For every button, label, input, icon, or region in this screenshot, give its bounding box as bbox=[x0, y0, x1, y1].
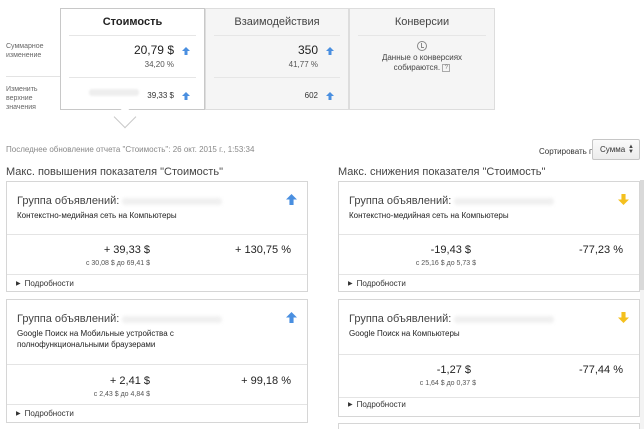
sort-caret-icon: ▲ ▼ bbox=[628, 144, 634, 155]
clock-icon bbox=[417, 41, 427, 51]
change-percent: + 130,75 % bbox=[235, 244, 291, 256]
details-label: Подробности bbox=[356, 400, 406, 409]
increase-section-title: Макс. повышения показателя "Стоимость" bbox=[6, 166, 223, 178]
metric-cost-value: 20,79 $ bbox=[133, 43, 174, 57]
expand-triangle-icon: ▶ bbox=[348, 402, 353, 408]
redacted-ad-group-name bbox=[454, 316, 554, 323]
divider bbox=[214, 77, 340, 78]
redacted-ad-group-name bbox=[454, 198, 554, 205]
divider bbox=[7, 364, 307, 365]
help-icon[interactable]: ? bbox=[442, 63, 451, 72]
divider bbox=[69, 77, 196, 78]
arrow-up-icon bbox=[326, 47, 334, 55]
divider bbox=[339, 234, 639, 235]
divider bbox=[358, 35, 486, 36]
ad-group-target: Контекстно-медийная сеть на Компьютеры bbox=[17, 211, 177, 220]
arrow-up-icon bbox=[326, 92, 334, 100]
details-toggle[interactable]: ▶ Подробности bbox=[16, 409, 74, 418]
change-percent: + 99,18 % bbox=[241, 375, 291, 387]
arrow-down-icon bbox=[618, 194, 629, 205]
expand-triangle-icon: ▶ bbox=[16, 281, 21, 287]
metric-cost-percent: 34,20 % bbox=[144, 60, 174, 69]
increase-card: Группа объявлений: Контекстно-медийная с… bbox=[6, 181, 308, 292]
metric-interactions-percent: 41,77 % bbox=[288, 60, 318, 69]
row-divider bbox=[6, 76, 60, 77]
change-amount: -1,27 $ bbox=[436, 364, 471, 376]
arrow-up-icon bbox=[286, 312, 297, 323]
details-label: Подробности bbox=[356, 279, 406, 288]
metric-tab-conversions-title: Конверсии bbox=[394, 16, 450, 28]
divider bbox=[7, 274, 307, 275]
arrow-up-icon bbox=[182, 47, 190, 55]
redacted-ad-group-name bbox=[122, 316, 222, 323]
change-range: с 1,64 $ до 0,37 $ bbox=[419, 380, 476, 387]
details-label: Подробности bbox=[24, 279, 74, 288]
ad-group-label: Группа объявлений: bbox=[17, 195, 120, 207]
metric-tab-conversions[interactable]: Конверсии Данные о конверсиях собираются… bbox=[349, 8, 495, 110]
ad-group-label: Группа объявлений: bbox=[349, 195, 452, 207]
change-range: с 30,08 $ до 69,41 $ bbox=[85, 260, 150, 267]
increase-card: Группа объявлений: Google Поиск на Мобил… bbox=[6, 299, 308, 423]
change-range: с 2,43 $ до 4,84 $ bbox=[93, 391, 150, 398]
ad-group-label: Группа объявлений: bbox=[349, 313, 452, 325]
ad-group-label: Группа объявлений: bbox=[17, 313, 120, 325]
details-label: Подробности bbox=[24, 409, 74, 418]
details-toggle[interactable]: ▶ Подробности bbox=[348, 400, 406, 409]
divider bbox=[339, 274, 639, 275]
metric-summary: Суммарное изменение Изменить верхние зна… bbox=[0, 0, 500, 129]
metric-interactions-value: 350 bbox=[297, 43, 318, 57]
sort-select-value: Сумма bbox=[600, 145, 626, 154]
last-update-text: Последнее обновление отчета "Стоимость":… bbox=[6, 145, 255, 154]
metric-tab-interactions-title: Взаимодействия bbox=[234, 16, 320, 28]
redacted-ad-group-name bbox=[122, 198, 222, 205]
decrease-card-partial bbox=[338, 423, 640, 429]
decrease-card: Группа объявлений: Google Поиск на Компь… bbox=[338, 299, 640, 417]
conversions-message: Данные о конверсиях собираются. ? bbox=[360, 53, 484, 73]
divider bbox=[7, 234, 307, 235]
ad-group-target: Google Поиск на Компьютеры bbox=[349, 329, 460, 338]
arrow-up-icon bbox=[286, 194, 297, 205]
change-range: с 25,16 $ до 5,73 $ bbox=[415, 260, 476, 267]
arrow-up-icon bbox=[182, 92, 190, 100]
scrollbar-thumb[interactable] bbox=[640, 180, 644, 290]
redacted-text bbox=[89, 89, 139, 96]
metric-tab-interactions[interactable]: Взаимодействия 350 41,77 % 602 bbox=[205, 8, 349, 110]
sort-label: Сортировать по: bbox=[539, 147, 601, 156]
change-percent: -77,23 % bbox=[578, 244, 623, 256]
scrollbar[interactable] bbox=[640, 180, 644, 429]
expand-triangle-icon: ▶ bbox=[16, 411, 21, 417]
divider bbox=[339, 354, 639, 355]
expand-triangle-icon: ▶ bbox=[348, 281, 353, 287]
divider bbox=[214, 35, 340, 36]
details-toggle[interactable]: ▶ Подробности bbox=[16, 279, 74, 288]
change-percent: -77,44 % bbox=[578, 364, 623, 376]
ad-group-target: Контекстно-медийная сеть на Компьютеры bbox=[349, 211, 509, 220]
decrease-section-title: Макс. снижения показателя "Стоимость" bbox=[338, 166, 546, 178]
change-amount: + 39,33 $ bbox=[103, 244, 150, 256]
metric-tab-cost-title: Стоимость bbox=[102, 16, 163, 28]
row-label-top-values: Изменить верхние значения bbox=[6, 86, 38, 111]
metric-cost-top-value: 39,33 $ bbox=[147, 91, 174, 100]
metric-tab-cost[interactable]: Стоимость 20,79 $ 34,20 % 39,33 $ bbox=[60, 8, 205, 110]
change-amount: -19,43 $ bbox=[430, 244, 471, 256]
row-label-total-change: Суммарное изменение bbox=[6, 43, 44, 59]
metric-interactions-top-value: 602 bbox=[304, 91, 318, 100]
divider bbox=[69, 35, 196, 36]
divider bbox=[7, 404, 307, 405]
ad-group-target: Google Поиск на Мобильные устройства с п… bbox=[17, 329, 174, 349]
arrow-down-icon bbox=[618, 312, 629, 323]
sort-select[interactable]: Сумма ▲ ▼ bbox=[592, 139, 640, 160]
details-toggle[interactable]: ▶ Подробности bbox=[348, 279, 406, 288]
divider bbox=[339, 397, 639, 398]
decrease-card: Группа объявлений: Контекстно-медийная с… bbox=[338, 181, 640, 292]
change-amount: + 2,41 $ bbox=[109, 375, 150, 387]
